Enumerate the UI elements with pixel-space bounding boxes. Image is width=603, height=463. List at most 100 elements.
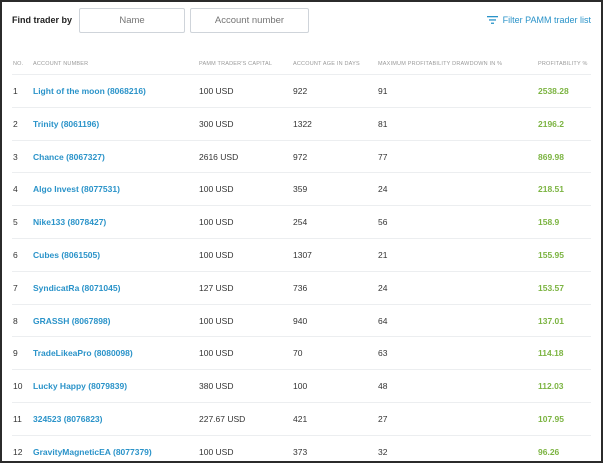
account-link[interactable]: GRASSH (8067898)	[33, 316, 110, 326]
drawdown-cell: 64	[378, 315, 388, 326]
drawdown-cell: 48	[378, 381, 388, 392]
table-row: 10 Lucky Happy (8079839) 380 USD 100 48 …	[12, 369, 591, 402]
filter-trader-list-link[interactable]: Filter PAMM trader list	[486, 15, 591, 25]
drawdown-cell: 27	[378, 413, 388, 424]
age-cell: 70	[293, 348, 303, 359]
age-cell: 421	[293, 413, 308, 424]
age-cell: 359	[293, 184, 308, 195]
drawdown-cell: 24	[378, 184, 388, 195]
profitability-cell: 869.98	[538, 151, 564, 162]
age-cell: 1307	[293, 249, 312, 260]
filter-lines-icon	[486, 16, 498, 24]
table-row: 12 GravityMagneticEA (8077379) 100 USD 3…	[12, 434, 591, 463]
table-row: 7 SyndicatRa (8071045) 127 USD 736 24 15…	[12, 270, 591, 304]
drawdown-cell: 32	[378, 446, 388, 457]
column-header-no: NO.	[13, 61, 24, 67]
account-link[interactable]: Nike133 (8078427)	[33, 217, 106, 227]
age-cell: 940	[293, 315, 308, 326]
account-link[interactable]: Algo Invest (8077531)	[33, 184, 120, 194]
age-cell: 373	[293, 446, 308, 457]
column-header-account: ACCOUNT NUMBER	[33, 61, 89, 67]
table-row: 4 Algo Invest (8077531) 100 USD 359 24 2…	[12, 172, 591, 205]
age-cell: 736	[293, 282, 308, 293]
table-header: NO. ACCOUNT NUMBER PAMM TRADER'S CAPITAL…	[12, 61, 591, 73]
account-link[interactable]: GravityMagneticEA (8077379)	[33, 447, 152, 457]
account-link[interactable]: Cubes (8061505)	[33, 250, 100, 260]
account-link[interactable]: Trinity (8061196)	[33, 119, 99, 129]
row-number: 2	[13, 118, 18, 129]
find-trader-label: Find trader by	[12, 15, 73, 25]
account-link[interactable]: SyndicatRa (8071045)	[33, 283, 120, 293]
table-row: 8 GRASSH (8067898) 100 USD 940 64 137.01	[12, 303, 591, 337]
drawdown-cell: 21	[378, 249, 388, 260]
row-number: 8	[13, 315, 18, 326]
name-search-input[interactable]	[79, 8, 185, 33]
account-link[interactable]: Lucky Happy (8079839)	[33, 381, 127, 391]
capital-cell: 2616 USD	[199, 151, 239, 162]
table-row: 11 324523 (8076823) 227.67 USD 421 27 10…	[12, 401, 591, 435]
profitability-cell: 155.95	[538, 249, 564, 260]
drawdown-cell: 56	[378, 217, 388, 228]
profitability-cell: 218.51	[538, 184, 564, 195]
table-row: 6 Cubes (8061505) 100 USD 1307 21 155.95	[12, 237, 591, 271]
row-number: 4	[13, 184, 18, 195]
capital-cell: 100 USD	[199, 249, 234, 260]
age-cell: 100	[293, 381, 308, 392]
drawdown-cell: 91	[378, 86, 388, 96]
profitability-cell: 153.57	[538, 282, 564, 293]
row-number: 5	[13, 217, 18, 228]
drawdown-cell: 63	[378, 348, 388, 359]
row-number: 12	[13, 446, 23, 457]
capital-cell: 227.67 USD	[199, 413, 246, 424]
account-link[interactable]: TradeLikeaPro (8080098)	[33, 348, 133, 358]
row-number: 10	[13, 381, 23, 392]
row-number: 9	[13, 348, 18, 359]
account-link[interactable]: 324523 (8076823)	[33, 414, 102, 424]
capital-cell: 100 USD	[199, 348, 234, 359]
age-cell: 254	[293, 217, 308, 228]
drawdown-cell: 77	[378, 151, 388, 162]
profitability-cell: 112.03	[538, 381, 564, 392]
column-header-capital: PAMM TRADER'S CAPITAL	[199, 61, 273, 67]
capital-cell: 100 USD	[199, 217, 234, 228]
account-link[interactable]: Light of the moon (8068216)	[33, 86, 146, 96]
capital-cell: 100 USD	[199, 446, 234, 457]
capital-cell: 100 USD	[199, 86, 234, 96]
row-number: 1	[13, 86, 18, 96]
profitability-cell: 158.9	[538, 217, 560, 228]
account-link[interactable]: Chance (8067327)	[33, 152, 105, 162]
capital-cell: 300 USD	[199, 118, 234, 129]
table-row: 2 Trinity (8061196) 300 USD 1322 81 2196…	[12, 106, 591, 140]
drawdown-cell: 24	[378, 282, 388, 293]
capital-cell: 127 USD	[199, 282, 234, 293]
row-number: 6	[13, 249, 18, 260]
profitability-cell: 107.95	[538, 413, 564, 424]
column-header-drawdown: MAXIMUM PROFITABILITY DRAWDOWN IN %	[378, 61, 503, 67]
age-cell: 922	[293, 86, 308, 96]
profitability-cell: 2196.2	[538, 118, 564, 129]
filter-trader-list-label: Filter PAMM trader list	[502, 15, 591, 25]
table-row: 3 Chance (8067327) 2616 USD 972 77 869.9…	[12, 139, 591, 173]
column-header-profitability: PROFITABILITY %	[538, 61, 588, 67]
drawdown-cell: 81	[378, 118, 388, 129]
table-row: 9 TradeLikeaPro (8080098) 100 USD 70 63 …	[12, 336, 591, 369]
capital-cell: 100 USD	[199, 184, 234, 195]
column-header-age: ACCOUNT AGE IN DAYS	[293, 61, 360, 67]
row-number: 7	[13, 282, 18, 293]
profitability-cell: 114.18	[538, 348, 564, 359]
profitability-cell: 2538.28	[538, 86, 569, 96]
account-number-search-input[interactable]	[190, 8, 309, 33]
age-cell: 972	[293, 151, 308, 162]
table-row: 1 Light of the moon (8068216) 100 USD 92…	[12, 74, 591, 107]
capital-cell: 100 USD	[199, 315, 234, 326]
trader-table-body: 1 Light of the moon (8068216) 100 USD 92…	[12, 74, 591, 463]
pamm-trader-panel: Find trader by Filter PAMM trader list N…	[0, 0, 603, 463]
search-bar: Find trader by Filter PAMM trader list	[12, 8, 591, 34]
capital-cell: 380 USD	[199, 381, 234, 392]
profitability-cell: 137.01	[538, 315, 564, 326]
row-number: 3	[13, 151, 18, 162]
age-cell: 1322	[293, 118, 312, 129]
table-row: 5 Nike133 (8078427) 100 USD 254 56 158.9	[12, 205, 591, 238]
row-number: 11	[13, 413, 22, 424]
profitability-cell: 96.26	[538, 446, 560, 457]
